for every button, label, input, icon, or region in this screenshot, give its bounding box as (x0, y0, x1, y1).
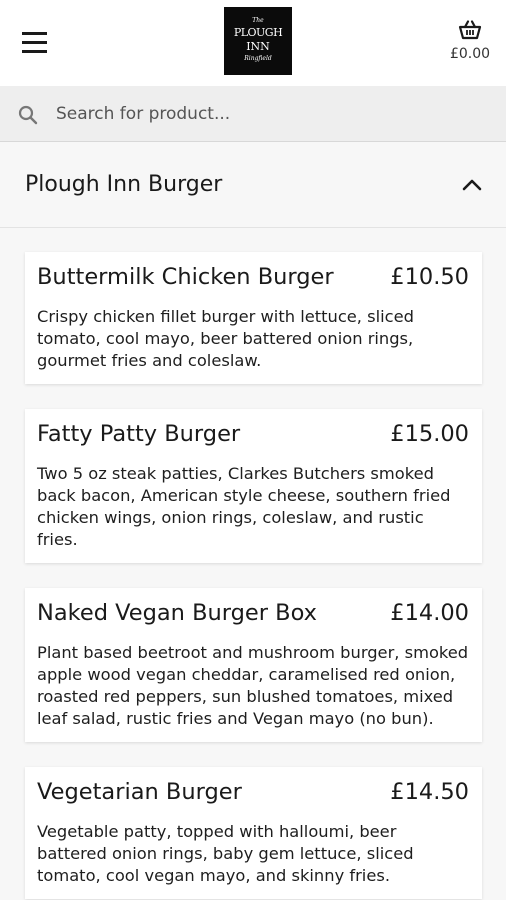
basket-icon (458, 20, 482, 40)
category-header[interactable]: Plough Inn Burger (0, 143, 506, 228)
product-description: Vegetable patty, topped with halloumi, b… (37, 822, 414, 885)
product-price: £15.00 (390, 421, 469, 447)
product-card-vegetarian-burger[interactable]: Vegetarian Burger £14.50 Vegetable patty… (25, 767, 482, 899)
product-card-buttermilk-chicken-burger[interactable]: Buttermilk Chicken Burger £10.50 Crispy … (25, 252, 482, 384)
product-name: Vegetarian Burger (37, 779, 242, 805)
hamburger-menu-icon[interactable] (22, 31, 48, 55)
search-input[interactable] (56, 96, 486, 132)
category-title: Plough Inn Burger (25, 172, 223, 197)
product-price: £14.00 (390, 600, 469, 626)
product-name: Naked Vegan Burger Box (37, 600, 317, 626)
app-header: The PLOUGH INN Ringfield £0.00 (0, 0, 506, 86)
search-bar (0, 86, 506, 142)
product-name: Buttermilk Chicken Burger (37, 264, 334, 290)
product-description: Plant based beetroot and mushroom burger… (37, 643, 469, 728)
product-price: £14.50 (390, 779, 469, 805)
search-icon (18, 105, 38, 125)
basket-total: £0.00 (449, 46, 491, 62)
plough-inn-logo[interactable]: The PLOUGH INN Ringfield (224, 7, 292, 75)
product-name: Fatty Patty Burger (37, 421, 241, 447)
product-card-naked-vegan-burger-box[interactable]: Naked Vegan Burger Box £14.00 Plant base… (25, 588, 482, 742)
chevron-up-icon[interactable] (460, 173, 484, 197)
product-list: Buttermilk Chicken Burger £10.50 Crispy … (25, 252, 482, 900)
product-card-fatty-patty-burger[interactable]: Fatty Patty Burger £15.00 Two 5 oz steak… (25, 409, 482, 563)
product-price: £10.50 (390, 264, 469, 290)
product-description: Crispy chicken fillet burger with lettuc… (37, 307, 414, 370)
product-description: Two 5 oz steak patties, Clarkes Butchers… (37, 464, 451, 549)
basket-button[interactable]: £0.00 (448, 20, 492, 68)
